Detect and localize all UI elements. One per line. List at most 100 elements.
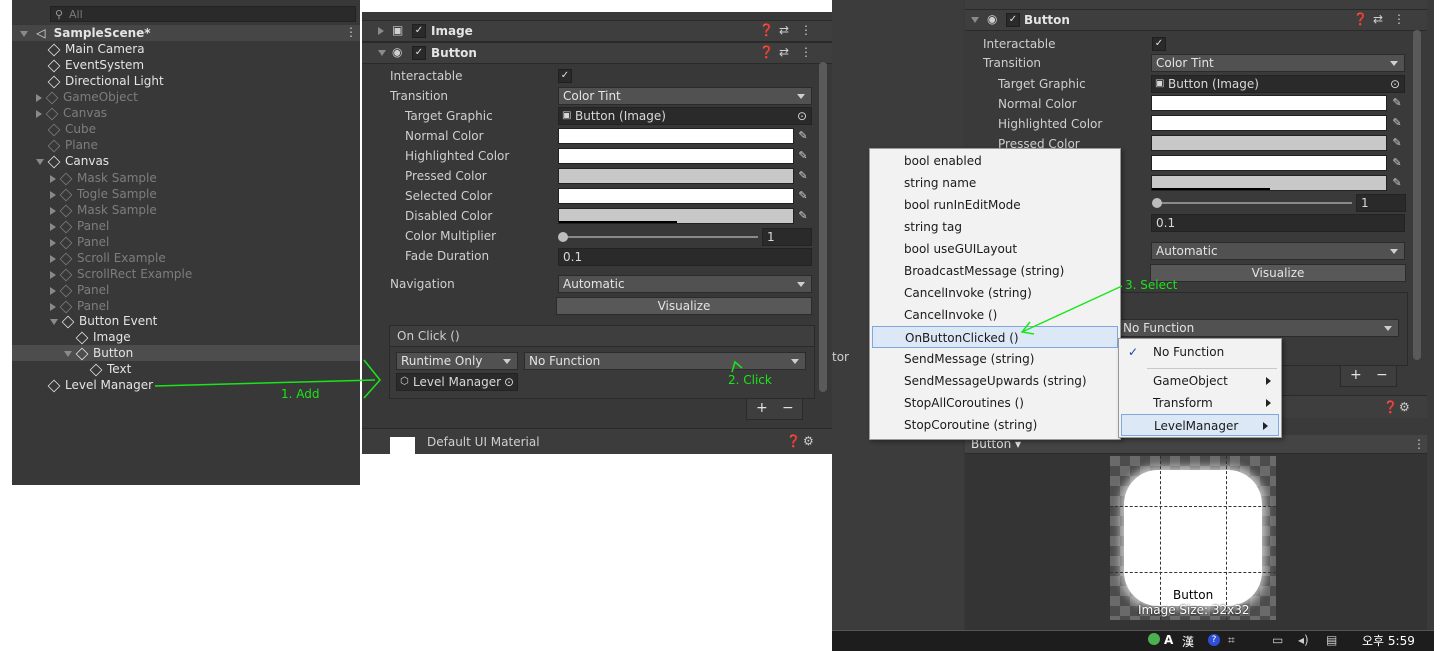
ime-hanja-icon[interactable]: 漢: [1182, 633, 1194, 650]
menu-item-cancelinvoke-string[interactable]: CancelInvoke (string): [870, 282, 1120, 304]
volume-icon[interactable]: ◂): [1298, 633, 1309, 647]
visualize-button[interactable]: Visualize: [1150, 264, 1406, 282]
function-dropdown[interactable]: No Function: [1118, 319, 1399, 337]
expand-icon[interactable]: [50, 206, 56, 215]
hierarchy-item-plane[interactable]: Plane: [47, 137, 98, 153]
menu-item-bool-runineditmode[interactable]: bool runInEditMode: [870, 194, 1120, 216]
help-icon[interactable]: ❓: [759, 23, 774, 37]
object-reference-field[interactable]: ⬡ Level Manager ⊙: [396, 373, 518, 391]
add-event-button[interactable]: +: [1350, 367, 1362, 383]
expand-icon[interactable]: [50, 318, 58, 325]
more-icon[interactable]: ⋮: [800, 45, 812, 59]
image-component-header[interactable]: ▣ ✓ Image ❓ ⇄ ⋮: [362, 20, 832, 42]
transition-dropdown[interactable]: Color Tint: [1151, 54, 1405, 72]
hierarchy-item-scroll-example[interactable]: Scroll Example: [50, 250, 166, 266]
button-component-header[interactable]: ◉ ✓ Button ❓ ⇄ ⋮: [362, 42, 832, 64]
hierarchy-item-panel-3[interactable]: Panel: [50, 282, 109, 298]
object-picker-icon[interactable]: ⊙: [1390, 76, 1400, 92]
clipboard-icon[interactable]: ⌗: [1228, 633, 1235, 648]
collapse-icon[interactable]: [378, 27, 384, 35]
hierarchy-item-button[interactable]: Button: [64, 345, 133, 361]
expand-icon[interactable]: [50, 190, 56, 199]
hierarchy-item-gameobject[interactable]: GameObject: [36, 89, 138, 105]
collapse-icon[interactable]: [971, 17, 979, 23]
scene-menu-icon[interactable]: ⋮: [345, 25, 357, 39]
hierarchy-item-canvas[interactable]: Canvas: [36, 105, 107, 121]
scene-row[interactable]: ◁ SampleScene*: [20, 25, 151, 41]
function-dropdown[interactable]: No Function: [524, 352, 806, 370]
expand-icon[interactable]: [50, 270, 56, 279]
preset-icon[interactable]: ⇄: [1373, 12, 1383, 26]
collapse-icon[interactable]: [378, 50, 386, 56]
transition-dropdown[interactable]: Color Tint: [558, 87, 812, 105]
add-event-button[interactable]: +: [756, 400, 768, 416]
fade-duration-field[interactable]: 0.1: [1151, 214, 1405, 232]
menu-item-cancelinvoke[interactable]: CancelInvoke (): [870, 304, 1120, 326]
hierarchy-item-canvas-active[interactable]: Canvas: [36, 153, 109, 169]
visualize-button[interactable]: Visualize: [556, 297, 812, 315]
help-icon[interactable]: ❓: [1353, 12, 1368, 26]
gear-icon[interactable]: ⚙: [1399, 400, 1410, 414]
expand-icon[interactable]: [50, 302, 56, 311]
navigation-dropdown[interactable]: Automatic: [1151, 242, 1405, 260]
normal-color-field[interactable]: [1151, 95, 1387, 111]
button-enabled-checkbox[interactable]: ✓: [1006, 13, 1020, 27]
highlighted-color-field[interactable]: [1151, 115, 1387, 131]
target-graphic-field[interactable]: ▣ Button (Image) ⊙: [1151, 75, 1405, 93]
highlighted-color-field[interactable]: [558, 148, 794, 164]
eyedropper-icon[interactable]: ✎: [1390, 156, 1404, 170]
selected-color-field[interactable]: [558, 188, 794, 204]
hierarchy-item-scrollrect-example[interactable]: ScrollRect Example: [50, 266, 192, 282]
expand-icon[interactable]: [36, 109, 42, 118]
menu-item-bool-enabled[interactable]: bool enabled: [870, 150, 1120, 172]
expand-icon[interactable]: [36, 158, 44, 165]
hierarchy-item-mask-sample[interactable]: Mask Sample: [50, 170, 157, 186]
eyedropper-icon[interactable]: ✎: [796, 129, 810, 143]
eyedropper-icon[interactable]: ✎: [1390, 96, 1404, 110]
pressed-color-field[interactable]: [558, 168, 794, 184]
fade-duration-field[interactable]: 0.1: [558, 248, 812, 266]
inspector-scrollbar[interactable]: [1413, 30, 1421, 360]
hierarchy-item-togle-sample[interactable]: Togle Sample: [50, 186, 157, 202]
image-enabled-checkbox[interactable]: ✓: [412, 24, 426, 38]
hierarchy-item-eventsystem[interactable]: EventSystem: [47, 57, 144, 73]
eyedropper-icon[interactable]: ✎: [796, 189, 810, 203]
menu-item-onbuttonclicked[interactable]: OnButtonClicked (): [872, 326, 1118, 348]
object-picker-icon[interactable]: ⊙: [797, 108, 807, 124]
pressed-color-field[interactable]: [1151, 135, 1387, 151]
hierarchy-item-directional-light[interactable]: Directional Light: [47, 73, 164, 89]
disabled-color-field[interactable]: [1151, 175, 1387, 191]
expand-icon[interactable]: [50, 286, 56, 295]
normal-color-field[interactable]: [558, 128, 794, 144]
disabled-color-field[interactable]: [558, 208, 794, 224]
hierarchy-item-main-camera[interactable]: Main Camera: [47, 41, 145, 57]
help-icon[interactable]: ❓: [1383, 400, 1398, 414]
hierarchy-search-field[interactable]: ⚲ All: [50, 6, 356, 22]
more-icon[interactable]: ⋮: [1413, 437, 1425, 451]
color-multiplier-slider-track[interactable]: [1156, 202, 1352, 204]
expand-icon[interactable]: [50, 238, 56, 247]
hierarchy-item-panel-2[interactable]: Panel: [50, 234, 109, 250]
expand-icon[interactable]: [36, 93, 42, 102]
eyedropper-icon[interactable]: ✎: [796, 169, 810, 183]
hierarchy-item-panel[interactable]: Panel: [50, 218, 109, 234]
selected-color-field[interactable]: [1151, 155, 1387, 171]
ime-mode-icon[interactable]: A: [1164, 633, 1173, 647]
eyedropper-icon[interactable]: ✎: [796, 149, 810, 163]
menu-item-sendmessage[interactable]: SendMessage (string): [870, 348, 1120, 370]
menu-item-string-name[interactable]: string name: [870, 172, 1120, 194]
hierarchy-item-text[interactable]: Text: [89, 361, 131, 377]
menu-item-gameobject[interactable]: GameObject: [1119, 370, 1281, 392]
hierarchy-item-image[interactable]: Image: [75, 329, 131, 345]
more-icon[interactable]: ⋮: [800, 23, 812, 37]
runtime-dropdown[interactable]: Runtime Only: [396, 352, 518, 370]
interactable-checkbox[interactable]: ✓: [558, 69, 572, 83]
hierarchy-item-cube[interactable]: Cube: [47, 121, 96, 137]
help-icon[interactable]: ❓: [786, 434, 801, 448]
menu-item-bool-useguilayout[interactable]: bool useGUILayout: [870, 238, 1120, 260]
help-icon[interactable]: ❓: [759, 45, 774, 59]
interactable-checkbox[interactable]: ✓: [1152, 37, 1166, 51]
expand-icon[interactable]: [50, 254, 56, 263]
button-component-header[interactable]: ◉ ✓ Button ❓ ⇄ ⋮: [965, 9, 1427, 31]
tray-icon[interactable]: ▤: [1326, 633, 1337, 647]
